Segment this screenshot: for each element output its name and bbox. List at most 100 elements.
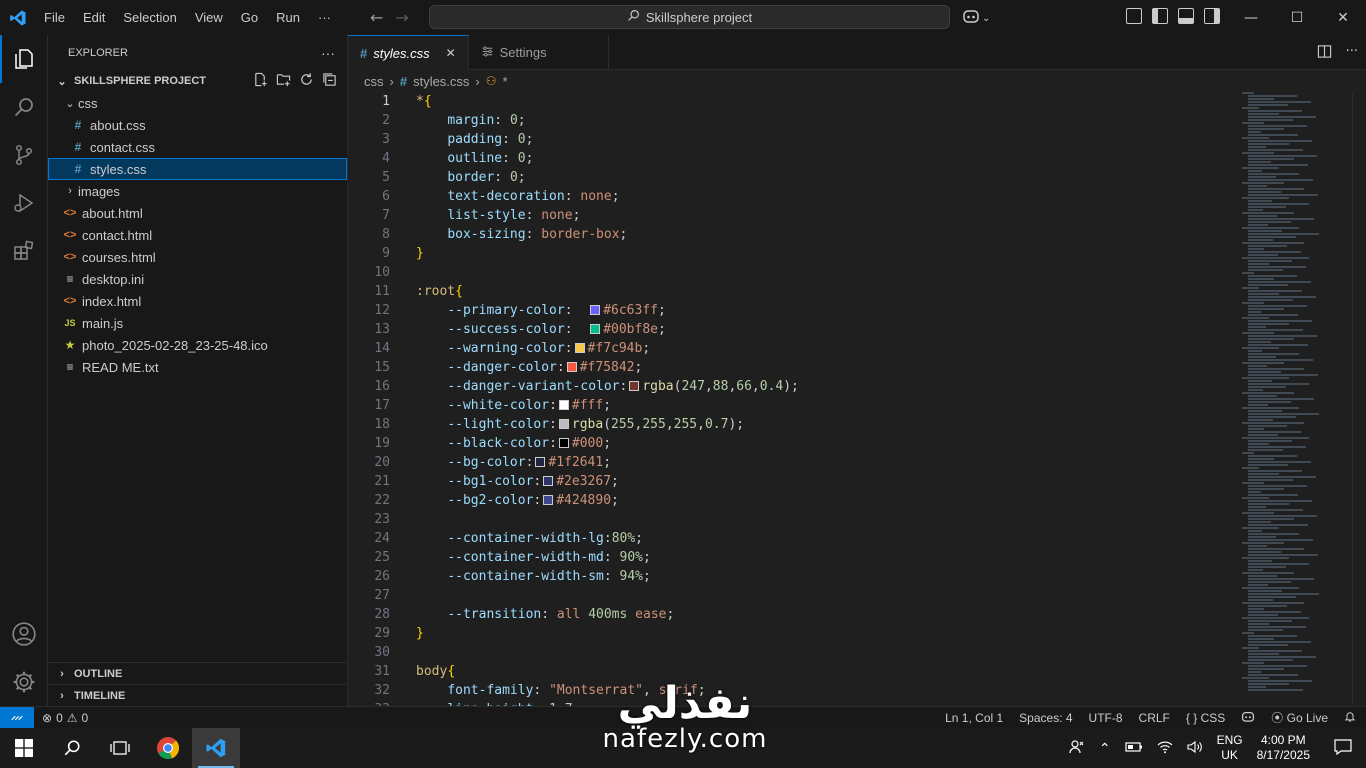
tab-settings[interactable]: Settings <box>469 35 609 70</box>
chrome-icon[interactable] <box>144 728 192 768</box>
encoding[interactable]: UTF-8 <box>1089 711 1123 725</box>
menu-view[interactable]: View <box>186 0 232 35</box>
tree-folder-css[interactable]: ⌄ css <box>48 92 347 114</box>
tree-file-contact-html[interactable]: <> contact.html <box>48 224 347 246</box>
code-line[interactable]: 3 padding: 0; <box>348 130 1238 149</box>
forward-arrow-icon[interactable]: → <box>395 8 408 27</box>
code-line[interactable]: 15 --danger-color: #f75842; <box>348 358 1238 377</box>
code-line[interactable]: 6 text-decoration: none; <box>348 187 1238 206</box>
breadcrumb-symbol[interactable]: * <box>503 74 508 89</box>
maximize-icon[interactable]: ☐ <box>1274 0 1320 35</box>
code-line[interactable]: 2 margin: 0; <box>348 111 1238 130</box>
code-line[interactable]: 25 --container-width-md: 90%; <box>348 548 1238 567</box>
code-line[interactable]: 11:root{ <box>348 282 1238 301</box>
remote-icon[interactable] <box>0 706 34 729</box>
manage-gear-icon[interactable] <box>0 658 48 706</box>
editor-scrollbar[interactable] <box>1352 92 1366 706</box>
code-line[interactable]: 21 --bg1-color: #2e3267; <box>348 472 1238 491</box>
new-folder-icon[interactable] <box>276 72 291 90</box>
split-editor-icon[interactable] <box>1317 44 1332 63</box>
tree-file-readme-txt[interactable]: ≡ READ ME.txt <box>48 356 347 378</box>
refresh-icon[interactable] <box>299 72 314 90</box>
code-line[interactable]: 31 body{ <box>348 662 1238 681</box>
code-line[interactable]: 27 <box>348 586 1238 605</box>
menu-run[interactable]: Run <box>267 0 309 35</box>
color-swatch[interactable] <box>558 400 569 410</box>
code-line[interactable]: 1 *{ <box>348 92 1238 111</box>
accounts-icon[interactable] <box>0 610 48 658</box>
tree-file-main-js[interactable]: JS main.js <box>48 312 347 334</box>
code-line[interactable]: 23 <box>348 510 1238 529</box>
tree-file-courses-html[interactable]: <> courses.html <box>48 246 347 268</box>
code-line[interactable]: 26 --container-width-sm: 94%; <box>348 567 1238 586</box>
tree-file-desktop-ini[interactable]: ≡ desktop.ini <box>48 268 347 290</box>
color-swatch[interactable] <box>558 438 569 448</box>
breadcrumb-file[interactable]: styles.css <box>413 74 469 89</box>
tree-folder-images[interactable]: › images <box>48 180 347 202</box>
explorer-icon[interactable] <box>0 35 48 83</box>
run-debug-icon[interactable] <box>0 179 48 227</box>
wifi-icon[interactable] <box>1157 740 1173 757</box>
color-swatch[interactable] <box>558 419 569 429</box>
code-line[interactable]: 8 box-sizing: border-box; <box>348 225 1238 244</box>
menu-more[interactable]: ··· <box>309 0 340 35</box>
command-center-search[interactable]: Skillsphere project <box>429 5 950 29</box>
code-line[interactable]: 22 --bg2-color: #424890; <box>348 491 1238 510</box>
tree-file-about-css[interactable]: # about.css <box>48 114 347 136</box>
menu-go[interactable]: Go <box>232 0 267 35</box>
color-swatch[interactable] <box>574 343 585 353</box>
problems-indicator[interactable]: ⊗ 0 ⚠ 0 <box>34 711 88 725</box>
source-control-icon[interactable] <box>0 131 48 179</box>
task-view-icon[interactable] <box>96 728 144 768</box>
code-line[interactable]: 24 --container-width-lg:80%; <box>348 529 1238 548</box>
code-line[interactable]: 7 list-style: none; <box>348 206 1238 225</box>
code-editor[interactable]: 1 *{2 margin: 0; 3 padding: 0; 4 outline: 0… <box>348 92 1238 706</box>
back-arrow-icon[interactable]: ← <box>370 8 383 27</box>
extensions-icon[interactable] <box>0 227 48 275</box>
code-line[interactable]: 12 --primary-color: #6c63ff; <box>348 301 1238 320</box>
copilot-status-icon[interactable] <box>1241 710 1255 726</box>
code-line[interactable]: 17 --white-color: #fff; <box>348 396 1238 415</box>
code-line[interactable]: 16 --danger-variant-color: rgba(247,88,66… <box>348 377 1238 396</box>
minimize-icon[interactable]: — <box>1228 0 1274 35</box>
customize-layout-icon[interactable] <box>1126 8 1142 24</box>
tree-file-about-html[interactable]: <> about.html <box>48 202 347 224</box>
tab-styles-css[interactable]: # styles.css ✕ <box>348 35 469 70</box>
tree-file-index-html[interactable]: <> index.html <box>48 290 347 312</box>
timeline-section-header[interactable]: › TIMELINE <box>48 684 347 706</box>
tree-file-contact-css[interactable]: # contact.css <box>48 136 347 158</box>
toggle-primary-sidebar-icon[interactable] <box>1152 8 1168 24</box>
color-swatch[interactable] <box>566 362 577 372</box>
color-swatch[interactable] <box>590 324 601 334</box>
language-mode[interactable]: { } CSS <box>1186 711 1225 725</box>
collapse-all-icon[interactable] <box>322 72 337 90</box>
code-line[interactable]: 28 --transition: all 400ms ease; <box>348 605 1238 624</box>
tree-file-styles-css[interactable]: # styles.css <box>48 158 347 180</box>
menu-selection[interactable]: Selection <box>114 0 185 35</box>
copilot-button[interactable]: ⌄ <box>962 8 990 28</box>
color-swatch[interactable] <box>543 495 554 505</box>
volume-icon[interactable] <box>1187 740 1203 757</box>
code-line[interactable]: 19 --black-color: #000; <box>348 434 1238 453</box>
code-line[interactable]: 10 <box>348 263 1238 282</box>
outline-section-header[interactable]: › OUTLINE <box>48 662 347 684</box>
chevron-up-icon[interactable]: ⌃ <box>1099 740 1111 757</box>
menu-file[interactable]: File <box>35 0 74 35</box>
code-line[interactable]: 13 --success-color: #00bf8e; <box>348 320 1238 339</box>
tree-file-photo-ico[interactable]: ★ photo_2025-02-28_23-25-48.ico <box>48 334 347 356</box>
battery-icon[interactable] <box>1124 741 1143 756</box>
minimap[interactable] <box>1242 92 1352 706</box>
input-language[interactable]: ENG UK <box>1217 733 1243 763</box>
code-line[interactable]: 5 border: 0; <box>348 168 1238 187</box>
search-icon[interactable] <box>0 83 48 131</box>
go-live-button[interactable]: ⦿ Go Live <box>1271 709 1328 726</box>
notifications-bell-icon[interactable] <box>1344 710 1356 726</box>
color-swatch[interactable] <box>543 476 554 486</box>
clock[interactable]: 4:00 PM 8/17/2025 <box>1257 733 1310 763</box>
people-icon[interactable] <box>1069 739 1085 758</box>
code-line[interactable]: 4 outline: 0; <box>348 149 1238 168</box>
code-line[interactable]: 29} <box>348 624 1238 643</box>
cursor-position[interactable]: Ln 1, Col 1 <box>945 711 1003 725</box>
code-line[interactable]: 9} <box>348 244 1238 263</box>
breadcrumb-folder[interactable]: css <box>364 74 384 89</box>
